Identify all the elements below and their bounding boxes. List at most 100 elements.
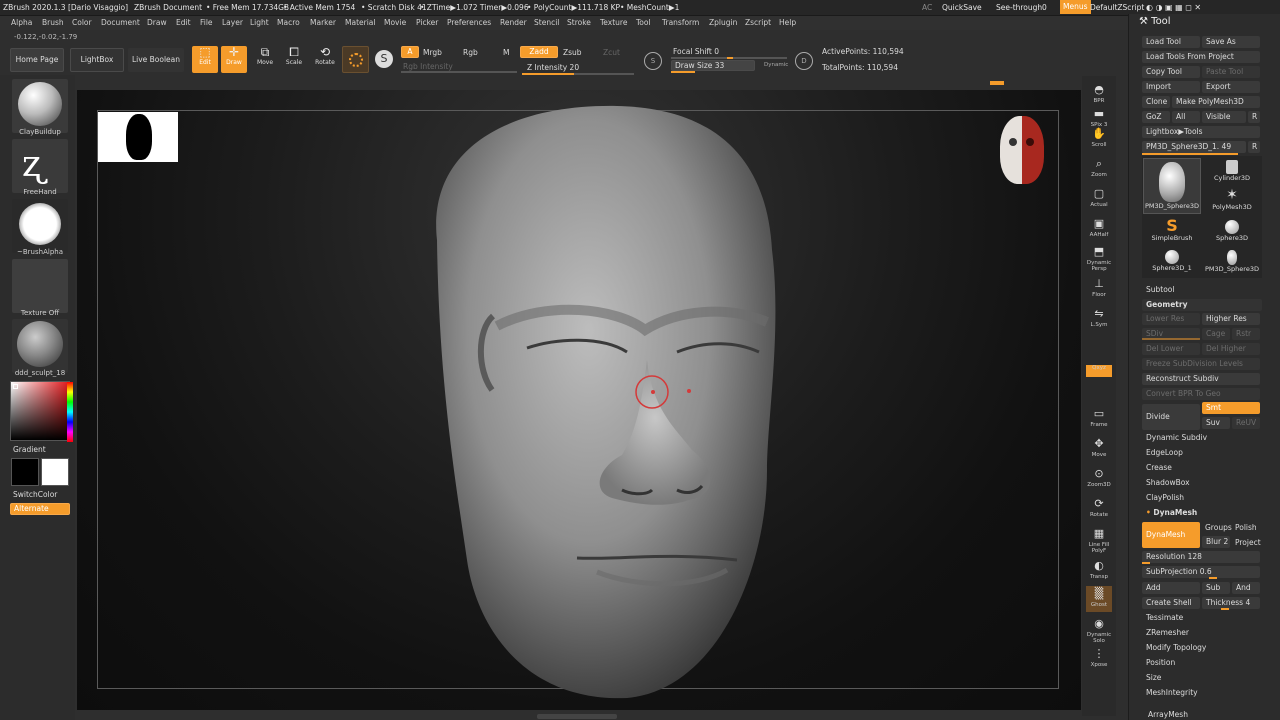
gradient-label[interactable]: Gradient	[13, 445, 46, 454]
draw-size-slider[interactable]: Draw Size 33	[671, 60, 755, 71]
primary-color-swatch[interactable]	[41, 458, 69, 486]
and-button[interactable]: And	[1232, 582, 1260, 594]
hue-strip[interactable]	[67, 382, 73, 442]
lightbox-tools-button[interactable]: Lightbox▶Tools	[1142, 126, 1260, 138]
menu-stroke[interactable]: Stroke	[567, 18, 591, 27]
arraymesh-header[interactable]: ArrayMesh	[1148, 710, 1188, 719]
zsub-button[interactable]: Zsub	[563, 48, 582, 57]
window-controls-icon[interactable]: ◐ ◑ ▣ ▦ ◻ ✕	[1146, 3, 1201, 12]
menu-alpha[interactable]: Alpha	[11, 18, 32, 27]
tool-tile-simplebrush[interactable]: S SimpleBrush	[1143, 218, 1201, 246]
dynamic-toggle[interactable]: Dynamic	[764, 62, 788, 68]
menu-brush[interactable]: Brush	[42, 18, 64, 27]
default-zscript-button[interactable]: DefaultZScript	[1090, 3, 1144, 12]
color-cursor-icon[interactable]	[13, 384, 18, 389]
goz-all-button[interactable]: All	[1172, 111, 1200, 123]
rgb-intensity-slider[interactable]: Rgb Intensity	[403, 62, 453, 71]
m-button[interactable]: M	[503, 48, 509, 57]
polish-toggle[interactable]: Polish	[1235, 523, 1257, 532]
menu-stencil[interactable]: Stencil	[534, 18, 559, 27]
reuv-button[interactable]: ReUV	[1232, 417, 1260, 429]
quicksave-button[interactable]: QuickSave	[942, 3, 982, 12]
live-boolean-button[interactable]: Live Boolean	[128, 48, 184, 72]
shelf-frame[interactable]: ▭ Frame	[1086, 406, 1112, 432]
shelf-transp[interactable]: ◐ Transp	[1086, 558, 1112, 584]
texture-thumbnail[interactable]	[12, 259, 68, 313]
shelf-zoom[interactable]: ⌕ Zoom	[1086, 156, 1112, 182]
scroll-indicator[interactable]	[990, 81, 1004, 85]
subtool-header[interactable]: Subtool	[1142, 284, 1262, 296]
blur-slider[interactable]: Blur 2	[1202, 536, 1230, 548]
shelf-actual[interactable]: ▢ Actual	[1086, 186, 1112, 212]
project-toggle[interactable]: Project	[1235, 538, 1261, 547]
menu-draw[interactable]: Draw	[147, 18, 167, 27]
goz-visible-button[interactable]: Visible	[1202, 111, 1246, 123]
export-button[interactable]: Export	[1202, 81, 1260, 93]
higher-res-button[interactable]: Higher Res	[1202, 313, 1260, 325]
d-icon[interactable]: D	[795, 52, 813, 70]
move-mode-button[interactable]: ⧉ Move	[252, 46, 278, 73]
create-shell-button[interactable]: Create Shell	[1142, 597, 1200, 609]
menu-light[interactable]: Light	[250, 18, 269, 27]
sub-button[interactable]: Sub	[1202, 582, 1230, 594]
shelf-zoom3d[interactable]: ⊙ Zoom3D	[1086, 466, 1112, 492]
smt-toggle[interactable]: Smt	[1202, 402, 1260, 414]
menu-file[interactable]: File	[200, 18, 213, 27]
sculpt-mesh[interactable]	[77, 90, 1081, 710]
spotlight-icon[interactable]: S	[375, 50, 393, 68]
convert-bpr-to-geo-button[interactable]: Convert BPR To Geo	[1142, 388, 1260, 400]
claypolish-item[interactable]: ClayPolish	[1146, 493, 1184, 502]
crease-item[interactable]: Crease	[1146, 463, 1172, 472]
material-sphere-button[interactable]	[342, 46, 369, 73]
del-lower-button[interactable]: Del Lower	[1142, 343, 1200, 355]
tool-tile-sphere3d-1[interactable]: Sphere3D_1	[1143, 248, 1201, 276]
menu-picker[interactable]: Picker	[416, 18, 438, 27]
dynamesh-button[interactable]: DynaMesh	[1142, 522, 1200, 548]
shelf-dynamic-persp[interactable]: ⬒ Dynamic Persp	[1086, 244, 1112, 272]
load-tool-button[interactable]: Load Tool	[1142, 36, 1200, 48]
shelf-rotate[interactable]: ⟳ Rotate	[1086, 496, 1112, 522]
draw-mode-button[interactable]: ✛ Draw	[221, 46, 247, 73]
edgeloop-item[interactable]: EdgeLoop	[1146, 448, 1183, 457]
menu-transform[interactable]: Transform	[662, 18, 699, 27]
a-button[interactable]: A	[401, 46, 419, 58]
lower-res-button[interactable]: Lower Res	[1142, 313, 1200, 325]
modify-topology-item[interactable]: Modify Topology	[1146, 643, 1206, 652]
current-tool-slider[interactable]: PM3D_Sphere3D_1. 49	[1142, 141, 1246, 153]
z-intensity-slider[interactable]: Z Intensity 20	[527, 63, 579, 72]
shelf-qxyz[interactable]: ⊛Qxyz	[1086, 365, 1112, 377]
home-page-button[interactable]: Home Page	[10, 48, 64, 72]
lazy-mouse-icon[interactable]: S	[644, 52, 662, 70]
shelf-move[interactable]: ✥ Move	[1086, 436, 1112, 462]
see-through-slider[interactable]: See-through	[996, 3, 1042, 12]
del-higher-button[interactable]: Del Higher	[1202, 343, 1260, 355]
groups-toggle[interactable]: Groups	[1205, 523, 1232, 532]
rgb-intensity-track[interactable]	[401, 71, 517, 73]
cage-button[interactable]: Cage	[1202, 328, 1230, 340]
shelf-aahalf[interactable]: ▣ AAHalf	[1086, 216, 1112, 242]
menu-movie[interactable]: Movie	[384, 18, 406, 27]
alpha-thumbnail[interactable]	[12, 199, 68, 253]
tool-tile-sphere3d[interactable]: Sphere3D	[1203, 218, 1261, 246]
menu-marker[interactable]: Marker	[310, 18, 336, 27]
menu-edit[interactable]: Edit	[176, 18, 191, 27]
add-button[interactable]: Add	[1142, 582, 1200, 594]
tessimate-item[interactable]: Tessimate	[1146, 613, 1183, 622]
make-polymesh3d-button[interactable]: Make PolyMesh3D	[1172, 96, 1260, 108]
menus-button[interactable]: Menus	[1060, 0, 1091, 14]
menu-render[interactable]: Render	[500, 18, 527, 27]
rstr-button[interactable]: Rstr	[1232, 328, 1260, 340]
rgb-button[interactable]: Rgb	[463, 48, 478, 57]
rotate-mode-button[interactable]: ⟲ Rotate	[311, 46, 339, 73]
geometry-header[interactable]: Geometry	[1142, 299, 1262, 311]
load-tools-from-project-button[interactable]: Load Tools From Project	[1142, 51, 1260, 63]
shelf-bpr[interactable]: ◓ BPR	[1086, 82, 1112, 108]
zadd-button[interactable]: Zadd	[520, 46, 558, 58]
position-item[interactable]: Position	[1146, 658, 1175, 667]
shelf-dynamic-solo[interactable]: ◉ Dynamic Solo	[1086, 616, 1112, 644]
scale-mode-button[interactable]: ⧠ Scale	[281, 46, 307, 73]
zcut-button[interactable]: Zcut	[603, 48, 620, 57]
color-picker[interactable]	[10, 381, 73, 442]
tool-tile-pm3d-sphere3d[interactable]: PM3D_Sphere3D	[1143, 158, 1201, 214]
subprojection-slider[interactable]: SubProjection 0.6	[1142, 566, 1260, 578]
